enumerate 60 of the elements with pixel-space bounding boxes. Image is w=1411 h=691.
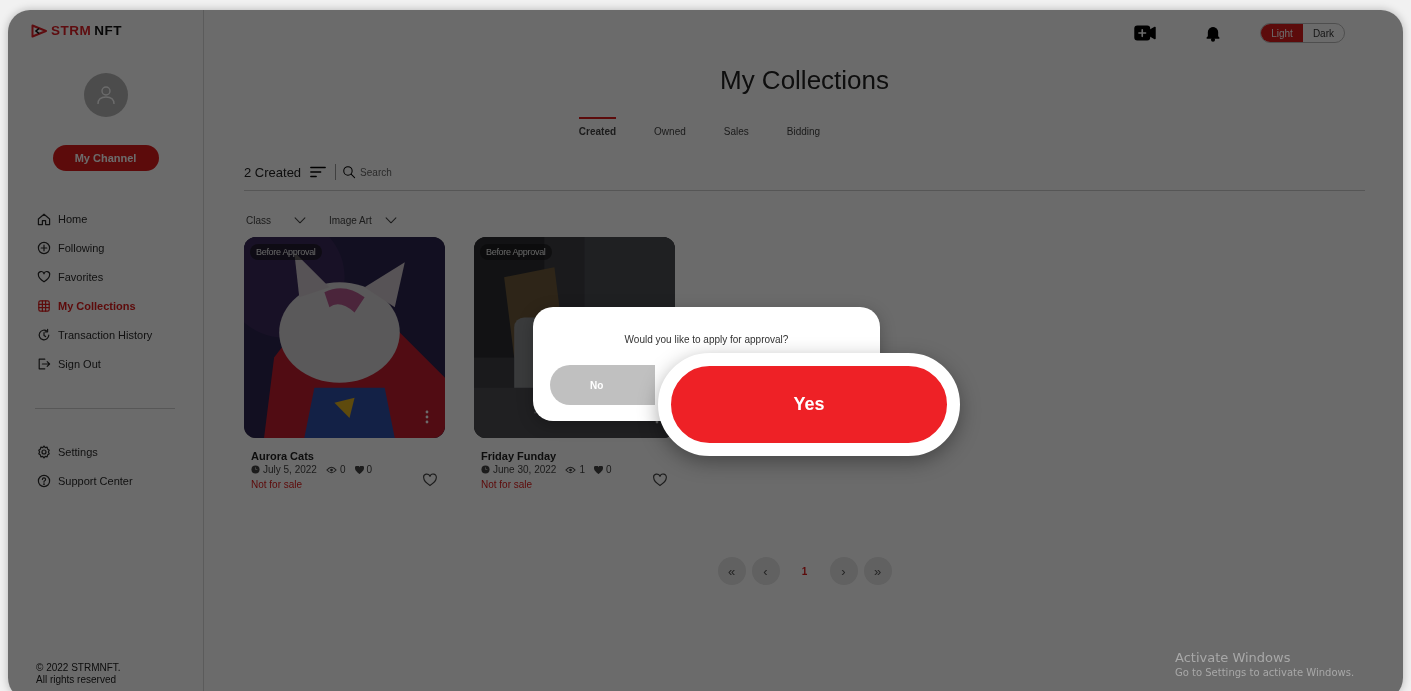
tab[interactable]: Owned [654,117,686,137]
last-page-button[interactable]: » [863,557,892,585]
heart-icon[interactable] [652,473,668,487]
play-logo-icon [31,23,48,38]
nav-item[interactable]: Home [36,209,88,228]
first-page-button[interactable]: « [717,557,746,585]
tab[interactable]: Sales [723,117,749,137]
clock-icon [251,465,260,474]
date-text: July 5, 2022 [263,464,317,475]
card-title[interactable]: Friday Funday [481,450,557,462]
like-count: 0 [366,464,373,475]
tab[interactable]: Created [578,117,617,137]
dialog-message: Would you like to apply for approval? [623,334,790,345]
nav-item[interactable]: Support Center [36,471,133,490]
page-title: My Collections [718,65,891,96]
filter-dropdown[interactable]: Class [246,213,307,227]
eye-icon [325,465,337,474]
search-icon [342,165,357,179]
nav-item[interactable]: Settings [36,442,98,461]
sale-status: Not for sale [251,479,303,490]
like-count: 0 [605,464,612,475]
created-count: 2 Created [244,164,302,180]
heart-icon[interactable] [422,473,438,487]
next-page-button[interactable]: › [829,557,858,585]
my-channel-button[interactable]: My Channel [52,145,159,171]
clock-icon [481,465,490,474]
heart-icon [36,268,52,285]
nav-item[interactable]: Transaction History [36,325,153,344]
view-count: 1 [579,464,585,475]
heart-icon [354,465,364,474]
copyright-text: All rights reserved [36,674,118,686]
more-icon[interactable] [425,410,429,424]
history-icon [36,326,52,343]
sale-status: Not for sale [481,479,533,490]
logo[interactable]: STRM NFT [31,23,122,38]
date-text: June 30, 2022 [493,464,557,475]
theme-option[interactable]: Light [1261,24,1303,42]
eye-icon [565,465,577,474]
page-number[interactable]: 1 [790,557,819,585]
activation-title: Activate Windows [1175,650,1292,665]
nav-item[interactable]: Following [36,238,105,257]
filter-dropdown[interactable]: Image Art [329,213,398,227]
help-icon [36,472,52,489]
nav-item[interactable]: Sign Out [36,354,101,373]
view-count: 0 [339,464,346,475]
search-field[interactable]: Search [360,166,461,178]
plus-circle-icon [36,239,52,256]
copyright-text: © 2022 STRMNFT. [36,662,121,674]
grid-icon [36,297,52,314]
nav-item[interactable]: My Collections [36,296,136,315]
nav-item[interactable]: Favorites [36,267,104,286]
previous-page-button[interactable]: ‹ [751,557,780,585]
card-title[interactable]: Aurora Cats [251,450,314,462]
heart-icon [593,465,603,474]
yes-button[interactable]: Yes [658,353,960,456]
activation-text: Go to Settings to activate Windows. [1175,667,1355,678]
theme-option[interactable]: Dark [1302,24,1344,42]
tab[interactable]: Bidding [786,117,821,137]
no-button[interactable]: No [550,365,655,405]
settings-icon [36,443,52,460]
